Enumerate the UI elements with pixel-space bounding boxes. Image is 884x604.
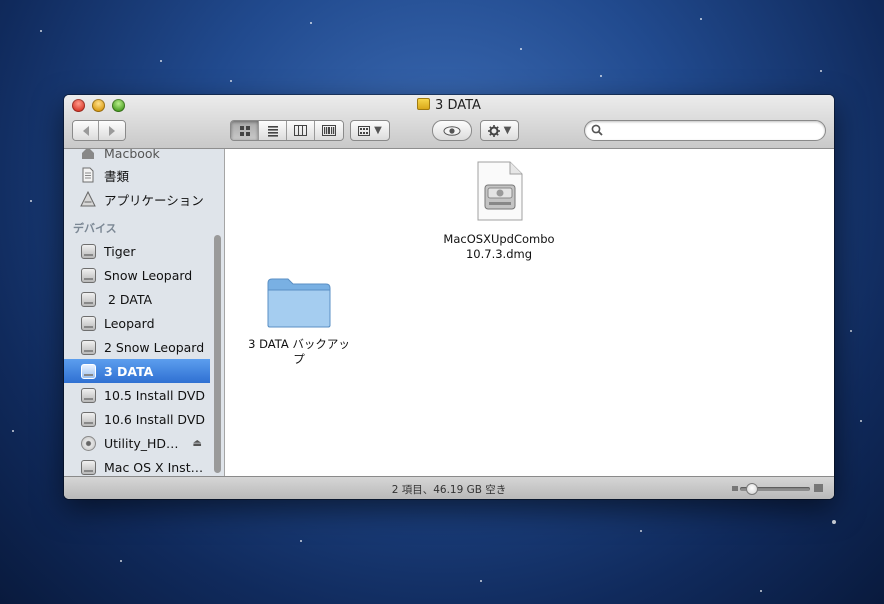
title-bar: 3 DATA ▼ ▼ [64, 95, 834, 149]
sidebar-item-label: Macbook [104, 149, 160, 161]
sidebar: Macbook 書類 アプリケーション デバイス Tiger Snow Leop… [64, 149, 225, 476]
action-button[interactable]: ▼ [480, 120, 519, 141]
applications-icon [80, 191, 96, 207]
disk-icon [80, 291, 96, 307]
back-arrow-icon [82, 125, 89, 136]
back-button[interactable] [73, 121, 99, 140]
status-text: 2 項目、46.19 GB 空き [391, 484, 507, 496]
sidebar-item-device[interactable]: Mac OS X Inst… [64, 455, 210, 476]
sidebar-item-label: 2 DATA [104, 291, 153, 307]
cover-flow-icon [322, 125, 336, 136]
sidebar-item-label: Utility_HD… [104, 435, 179, 451]
disk-icon [80, 339, 96, 355]
file-name: MacOSXUpdCombo 10.7.3.dmg [443, 232, 555, 261]
folder-icon [267, 278, 331, 328]
optical-disc-icon [80, 435, 96, 451]
window-title-container: 3 DATA [64, 98, 834, 113]
sidebar-item-device[interactable]: 2 DATA [64, 287, 210, 311]
sidebar-item-label: Mac OS X Inst… [104, 459, 204, 475]
list-view-icon [267, 125, 278, 137]
forward-arrow-icon [109, 125, 115, 136]
finder-window: 3 DATA ▼ ▼ Macbook 書類 アプリケーション デバイス Tige… [64, 95, 834, 499]
dmg-file-icon [477, 161, 523, 221]
sidebar-item-device[interactable]: Tiger [64, 239, 210, 263]
sidebar-item-documents[interactable]: 書類 [64, 163, 210, 187]
folder-name: 3 DATA バックアッ プ [248, 337, 350, 366]
arrange-button[interactable]: ▼ [350, 120, 390, 141]
sidebar-item-label: Leopard [104, 315, 155, 331]
sidebar-item-label: 書類 [104, 168, 130, 184]
sidebar-item-device[interactable]: Snow Leopard [64, 263, 210, 287]
window-title: 3 DATA [435, 98, 481, 113]
sidebar-item-device[interactable]: 10.6 Install DVD [64, 407, 210, 431]
disk-icon [80, 411, 96, 427]
home-icon [80, 149, 96, 161]
icon-view-icon [239, 125, 250, 136]
sidebar-item-device[interactable]: 10.5 Install DVD [64, 383, 210, 407]
arrange-grid-icon [358, 125, 371, 136]
column-view-button[interactable] [287, 121, 315, 140]
sidebar-item-applications[interactable]: アプリケーション [64, 187, 210, 211]
search-icon [591, 124, 603, 136]
back-forward-control [72, 120, 126, 141]
view-mode-control [230, 120, 344, 141]
icon-size-slider-knob[interactable] [746, 483, 758, 495]
drive-icon [417, 98, 431, 110]
search-field[interactable] [584, 120, 826, 141]
quick-look-button[interactable] [432, 120, 472, 141]
gear-icon [487, 124, 500, 137]
disk-icon [80, 243, 96, 259]
sidebar-item-device-selected[interactable]: 3 DATA [64, 359, 210, 383]
column-view-icon [294, 125, 307, 136]
sidebar-item-label: 10.6 Install DVD [104, 411, 205, 427]
disk-icon [80, 459, 96, 475]
document-icon [80, 167, 96, 183]
chevron-down-icon: ▼ [374, 125, 382, 136]
disk-icon [80, 267, 96, 283]
sidebar-item-label: 10.5 Install DVD [104, 387, 205, 403]
disk-icon [80, 387, 96, 403]
eject-icon[interactable]: ⏏ [193, 438, 202, 449]
small-icon-size-icon [732, 486, 738, 491]
chevron-down-icon: ▼ [503, 125, 512, 136]
large-icon-size-icon [814, 484, 823, 492]
list-view-button[interactable] [259, 121, 287, 140]
file-browser-area: MacOSXUpdCombo 10.7.3.dmg 3 DATA バックアッ プ [226, 149, 834, 476]
eye-icon [443, 125, 461, 136]
forward-button[interactable] [99, 121, 125, 140]
sidebar-item-device[interactable]: Leopard [64, 311, 210, 335]
sidebar-item-label: 2 Snow Leopard [104, 339, 205, 355]
devices-header: デバイス [73, 222, 117, 235]
sidebar-item-label: Snow Leopard [104, 267, 193, 283]
disk-icon [80, 363, 96, 379]
disk-icon [80, 315, 96, 331]
sidebar-item-device[interactable]: 2 Snow Leopard [64, 335, 210, 359]
sidebar-item-label: アプリケーション [104, 192, 204, 208]
icon-view-button[interactable] [231, 121, 259, 140]
status-bar: 2 項目、46.19 GB 空き [64, 476, 834, 499]
sidebar-item-label: 3 DATA [104, 363, 154, 379]
sidebar-item-device[interactable]: Utility_HD… ⏏ [64, 431, 210, 455]
cover-flow-button[interactable] [315, 121, 343, 140]
sidebar-item-label: Tiger [104, 243, 136, 259]
sidebar-scrollbar[interactable] [214, 235, 221, 473]
